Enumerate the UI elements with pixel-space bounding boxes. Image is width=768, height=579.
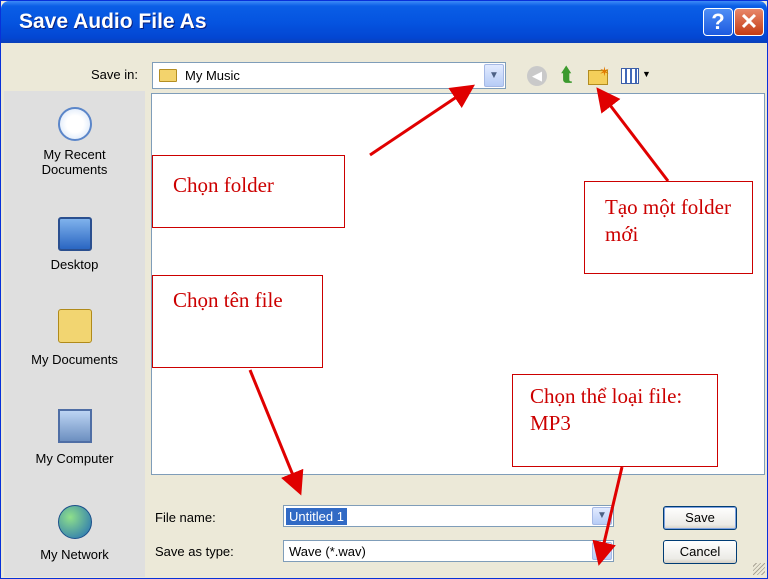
file-name-label: File name: bbox=[155, 510, 216, 525]
toolbar: ◀ ⮬ ✶ ▼ bbox=[523, 64, 663, 88]
chevron-down-icon[interactable]: ▼ bbox=[592, 507, 612, 525]
my-network-icon bbox=[58, 505, 92, 539]
annotation-choose-folder: Chọn folder bbox=[152, 155, 345, 228]
back-icon[interactable]: ◀ bbox=[527, 66, 547, 86]
cancel-button[interactable]: Cancel bbox=[663, 540, 737, 564]
file-name-input[interactable]: Untitled 1 ▼ bbox=[283, 505, 614, 527]
folder-icon bbox=[159, 69, 177, 82]
place-label: My Documents bbox=[31, 352, 118, 367]
save-in-label: Save in: bbox=[91, 67, 138, 82]
help-button[interactable]: ? bbox=[703, 8, 733, 36]
save-as-type-value: Wave (*.wav) bbox=[289, 544, 366, 559]
save-button[interactable]: Save bbox=[663, 506, 737, 530]
chevron-down-icon[interactable]: ▼ bbox=[592, 542, 612, 560]
save-in-value: My Music bbox=[185, 68, 240, 83]
save-as-type-label: Save as type: bbox=[155, 544, 234, 559]
place-label: My Recent Documents bbox=[41, 147, 108, 177]
save-in-dropdown[interactable]: My Music ▼ bbox=[152, 62, 506, 89]
view-dropdown-icon[interactable]: ▼ bbox=[642, 69, 651, 79]
title-bar[interactable]: Save Audio File As ? ✕ bbox=[1, 1, 767, 43]
file-name-value: Untitled 1 bbox=[286, 508, 347, 525]
place-label: My Network bbox=[40, 547, 109, 562]
save-audio-dialog: Save Audio File As ? ✕ Save in: My Music… bbox=[0, 0, 768, 579]
view-menu-icon[interactable] bbox=[621, 68, 639, 84]
save-as-type-dropdown[interactable]: Wave (*.wav) ▼ bbox=[283, 540, 614, 562]
close-button[interactable]: ✕ bbox=[734, 8, 764, 36]
recent-documents-icon bbox=[58, 107, 92, 141]
annotation-choose-type: Chọn thể loại file: MP3 bbox=[512, 374, 718, 467]
chevron-down-icon[interactable]: ▼ bbox=[484, 64, 504, 87]
places-bar: My Recent Documents Desktop My Documents… bbox=[4, 91, 145, 577]
resize-grip[interactable] bbox=[753, 563, 765, 575]
up-folder-icon[interactable]: ⮬ bbox=[557, 66, 577, 86]
place-label: My Computer bbox=[35, 451, 114, 466]
window-title: Save Audio File As bbox=[19, 10, 207, 33]
annotation-new-folder: Tạo một folder mới bbox=[584, 181, 753, 274]
my-computer-icon bbox=[58, 409, 92, 443]
new-folder-sparkle-icon: ✶ bbox=[599, 64, 610, 79]
desktop-icon bbox=[58, 217, 92, 251]
my-documents-icon bbox=[58, 309, 92, 343]
annotation-choose-name: Chọn tên file bbox=[152, 275, 323, 368]
place-label: Desktop bbox=[50, 257, 99, 272]
